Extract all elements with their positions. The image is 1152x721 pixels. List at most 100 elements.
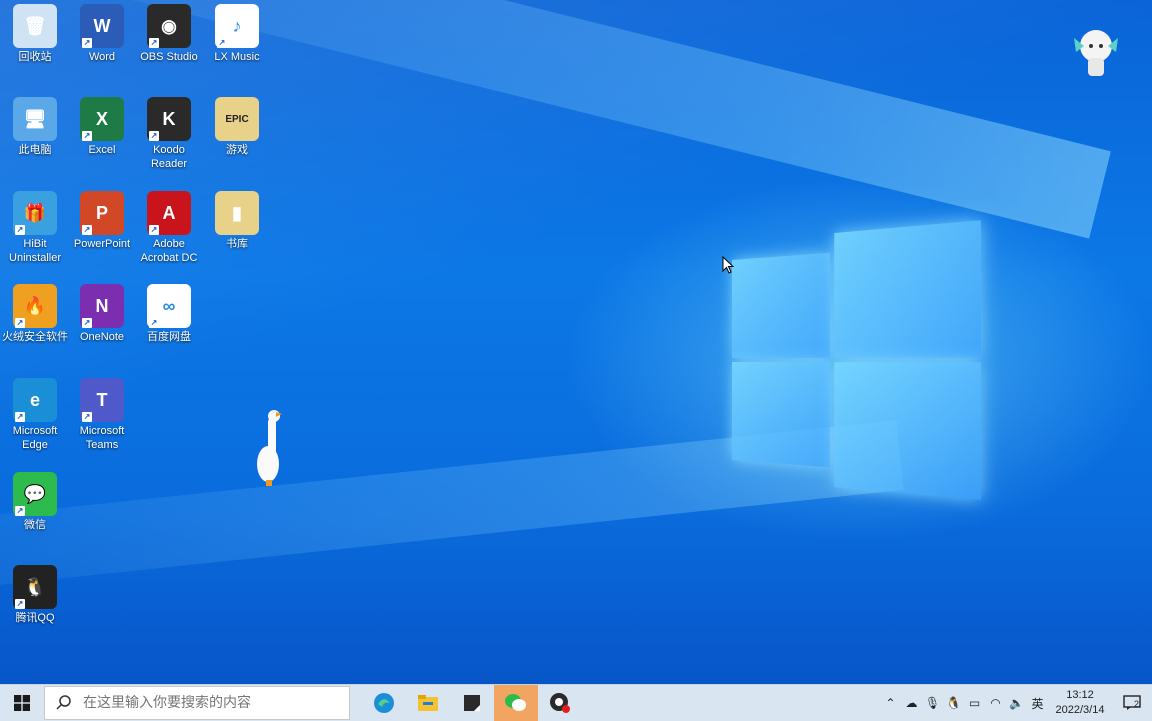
lx-music-icon: ♪ ↗ (215, 4, 259, 48)
desktop-icon-label: Adobe Acrobat DC (140, 238, 198, 264)
desktop-icon-label: Microsoft Edge (12, 425, 58, 451)
battery-tray[interactable]: ▭ (964, 685, 985, 721)
desktop-icon-腾讯qq[interactable]: 🐧 ↗ 腾讯QQ (1, 565, 69, 625)
mouse-cursor-icon (722, 256, 734, 274)
battery-icon: ▭ (968, 696, 981, 710)
desktop-icon-游戏[interactable]: EPIC 游戏 (203, 97, 271, 157)
desktop-icon-hibit-uninstaller[interactable]: 🎁 ↗ HiBit Uninstaller (1, 191, 69, 265)
volume-tray[interactable]: 🔈 (1006, 685, 1027, 721)
shortcut-arrow-icon: ↗ (15, 225, 25, 235)
input-method-indicator[interactable]: 英 (1027, 685, 1048, 721)
shortcut-arrow-icon: ↗ (15, 318, 25, 328)
desktop-icon-label: 书库 (226, 238, 248, 250)
desktop-icon-label: Koodo Reader (150, 144, 188, 170)
anime-character-widget[interactable] (1068, 24, 1124, 78)
desktop-icon-label: 百度网盘 (147, 331, 191, 343)
desktop-icon-adobe-acrobat-dc[interactable]: A ↗ Adobe Acrobat DC (135, 191, 203, 265)
desktop-icon-label: Word (88, 51, 116, 63)
wechat-icon (505, 694, 526, 711)
shortcut-arrow-icon: ↗ (82, 225, 92, 235)
desktop-icon-powerpoint[interactable]: P ↗ PowerPoint (68, 191, 136, 251)
desktop-icon-label: 微信 (24, 519, 46, 531)
回收站-icon: 🗑 (13, 4, 57, 48)
desktop-icon-onenote[interactable]: N ↗ OneNote (68, 284, 136, 344)
shortcut-arrow-icon: ↗ (82, 38, 92, 48)
notification-center-button[interactable]: 2 (1112, 685, 1152, 721)
desktop-icon-microsoft-teams[interactable]: T ↗ Microsoft Teams (68, 378, 136, 452)
desktop-icon-label: Excel (88, 144, 116, 156)
adobe-acrobat-dc-icon: A ↗ (147, 191, 191, 235)
desktop-icon-koodo-reader[interactable]: K ↗ Koodo Reader (135, 97, 203, 171)
speaker-icon: 🔈 (1009, 696, 1024, 710)
sticky-notes-icon (464, 695, 480, 711)
onedrive-tray[interactable]: ☁ (901, 685, 922, 721)
taskbar-sticky-notes[interactable] (450, 685, 494, 721)
desktop-icon-label: 游戏 (226, 144, 248, 156)
desktop-icon-word[interactable]: W ↗ Word (68, 4, 136, 64)
desktop-icon-label: LX Music (214, 51, 260, 63)
shortcut-arrow-icon: ↗ (82, 318, 92, 328)
clock-date: 2022/3/14 (1055, 704, 1105, 716)
腾讯qq-icon: 🐧 ↗ (13, 565, 57, 609)
desktop-icon-火绒安全软件[interactable]: 🔥 ↗ 火绒安全软件 (1, 284, 69, 344)
desktop-icon-书库[interactable]: ▮ 书库 (203, 191, 271, 251)
hibit-uninstaller-icon: 🎁 ↗ (13, 191, 57, 235)
taskbar-search-box[interactable] (44, 686, 350, 720)
shortcut-arrow-icon: ↗ (15, 412, 25, 422)
taskbar-file-explorer[interactable] (406, 685, 450, 721)
clock[interactable]: 13:12 2022/3/14 (1048, 688, 1112, 718)
desktop-icon-百度网盘[interactable]: ∞ ↗ 百度网盘 (135, 284, 203, 344)
microsoft-teams-icon: T ↗ (80, 378, 124, 422)
obs-studio-icon: ◉ ↗ (147, 4, 191, 48)
desktop-icon-label: 此电脑 (18, 144, 52, 156)
taskbar-edge[interactable] (362, 685, 406, 721)
microphone-tray[interactable]: 🎙 (922, 685, 943, 721)
windows-start-icon (14, 695, 30, 711)
desktop-icon-excel[interactable]: X ↗ Excel (68, 97, 136, 157)
游戏-icon: EPIC (215, 97, 259, 141)
shortcut-arrow-icon: ↗ (217, 38, 227, 48)
search-icon (56, 695, 71, 710)
desktop-icon-label: 火绒安全软件 (2, 331, 68, 343)
desktop-icon-此电脑[interactable]: 🖥 此电脑 (1, 97, 69, 157)
qq-tray[interactable]: 🐧 (943, 685, 964, 721)
search-input[interactable] (81, 694, 345, 712)
desktop-icon-label: HiBit Uninstaller (9, 238, 61, 264)
wifi-icon: ◠ (990, 696, 1001, 710)
shortcut-arrow-icon: ↗ (149, 318, 159, 328)
obs-icon (550, 693, 570, 713)
desktop[interactable]: 🗑 回收站 W ↗ Word ◉ ↗ OBS Studio ♪ ↗ LX Music 🖥 此电脑 X ↗ Ex… (0, 0, 1152, 684)
clock-time: 13:12 (1066, 689, 1094, 701)
desktop-goose[interactable] (252, 408, 288, 488)
chevron-up-icon: ⌃ (885, 696, 896, 710)
此电脑-icon: 🖥 (13, 97, 57, 141)
desktop-icon-label: 回收站 (18, 51, 52, 63)
shortcut-arrow-icon: ↗ (15, 506, 25, 516)
shortcut-arrow-icon: ↗ (149, 38, 159, 48)
desktop-icon-lx-music[interactable]: ♪ ↗ LX Music (203, 4, 271, 64)
desktop-icon-微信[interactable]: 💬 ↗ 微信 (1, 472, 69, 532)
microphone-icon: 🎙 (924, 696, 941, 710)
desktop-icon-label: 腾讯QQ (15, 612, 55, 624)
taskbar-wechat[interactable] (494, 685, 538, 721)
show-hidden-icons-button[interactable]: ⌃ (880, 685, 901, 721)
word-icon: W ↗ (80, 4, 124, 48)
excel-icon: X ↗ (80, 97, 124, 141)
start-button[interactable] (0, 685, 44, 721)
koodo-reader-icon: K ↗ (147, 97, 191, 141)
taskbar-obs[interactable] (538, 685, 582, 721)
desktop-icon-回收站[interactable]: 🗑 回收站 (1, 4, 69, 64)
qq-penguin-icon: 🐧 (946, 696, 961, 710)
system-tray: ⌃ ☁ 🎙 🐧 ▭ ◠ 🔈 英 13:12 2022/3/14 2 (880, 685, 1152, 721)
shortcut-arrow-icon: ↗ (149, 225, 159, 235)
network-tray[interactable]: ◠ (985, 685, 1006, 721)
edge-icon (374, 693, 394, 713)
windows-logo-wallpaper (732, 220, 981, 500)
desktop-icon-label: OBS Studio (140, 51, 198, 63)
shortcut-arrow-icon: ↗ (82, 131, 92, 141)
desktop-icon-label: PowerPoint (73, 238, 131, 250)
microsoft-edge-icon: e ↗ (13, 378, 57, 422)
微信-icon: 💬 ↗ (13, 472, 57, 516)
desktop-icon-obs-studio[interactable]: ◉ ↗ OBS Studio (135, 4, 203, 64)
desktop-icon-microsoft-edge[interactable]: e ↗ Microsoft Edge (1, 378, 69, 452)
